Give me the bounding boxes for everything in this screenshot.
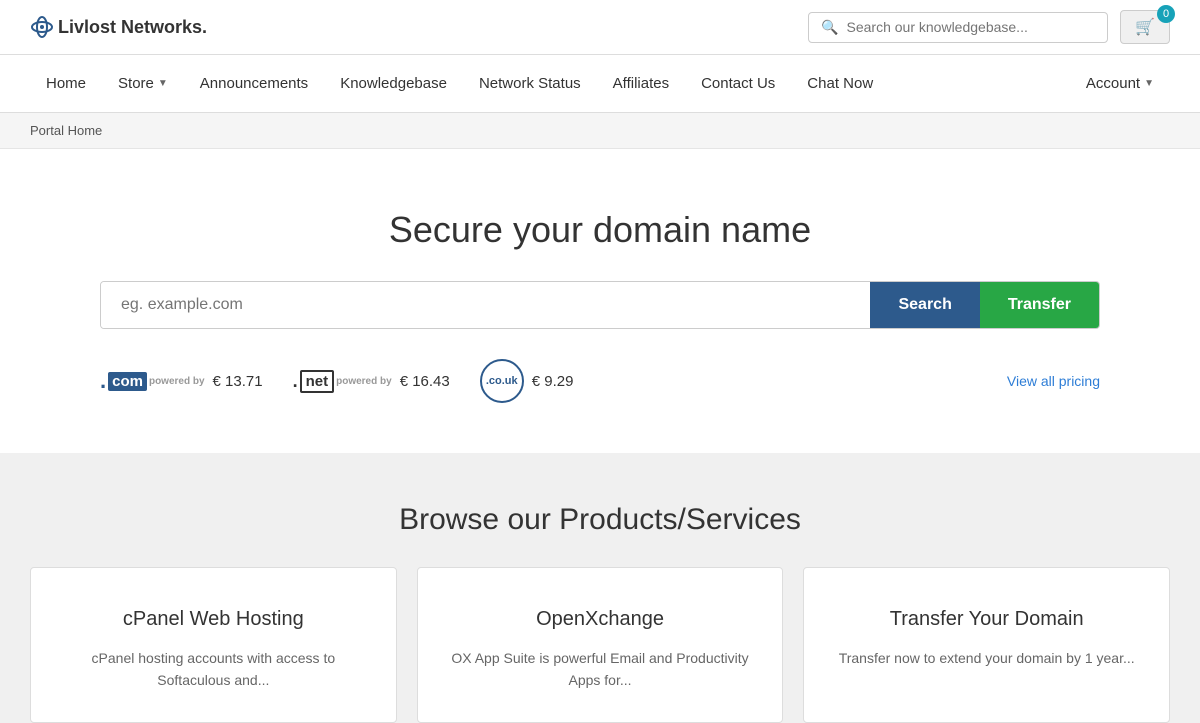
price-com: € 13.71	[213, 373, 263, 390]
nav-item-home[interactable]: Home	[30, 55, 102, 112]
product-card-transfer: Transfer Your Domain Transfer now to ext…	[803, 567, 1170, 723]
logo-text: Livlost Networks.	[58, 17, 207, 38]
cart-button[interactable]: 🛒 0	[1120, 10, 1170, 44]
pricing-item-com: .com powered by € 13.71	[100, 368, 263, 394]
chevron-down-icon-account: ▼	[1144, 78, 1154, 89]
price-couk: € 9.29	[532, 373, 574, 390]
com-text: com	[108, 372, 147, 391]
nav-label-account: Account	[1086, 75, 1140, 92]
pricing-item-net: .net powered by € 16.43	[293, 370, 450, 393]
chevron-down-icon: ▼	[158, 78, 168, 89]
nav-label-store: Store	[118, 75, 154, 92]
price-net: € 16.43	[400, 373, 450, 390]
product-title-cpanel: cPanel Web Hosting	[61, 608, 366, 631]
product-desc-cpanel: cPanel hosting accounts with access to S…	[61, 647, 366, 692]
cart-badge: 0	[1157, 5, 1175, 23]
products-title: Browse our Products/Services	[30, 503, 1170, 537]
tld-pricing-row: .com powered by € 13.71 .net powered by …	[100, 349, 1100, 413]
nav-label-network-status: Network Status	[479, 75, 581, 92]
main-nav: Home Store ▼ Announcements Knowledgebase…	[0, 55, 1200, 113]
domain-search-input[interactable]	[101, 282, 870, 328]
product-card-openxchange: OpenXchange OX App Suite is powerful Ema…	[417, 567, 784, 723]
net-dot: .	[293, 371, 298, 392]
tld-badge-com: .com powered by	[100, 368, 205, 394]
products-section: Browse our Products/Services cPanel Web …	[0, 453, 1200, 723]
nav-label-contact-us: Contact Us	[701, 75, 775, 92]
header: Livlost Networks. 🔍 🛒 0	[0, 0, 1200, 55]
nav-label-knowledgebase: Knowledgebase	[340, 75, 447, 92]
net-suffix: powered by	[336, 376, 392, 387]
nav-item-account[interactable]: Account ▼	[1070, 55, 1170, 112]
nav-item-knowledgebase[interactable]: Knowledgebase	[324, 55, 463, 112]
nav-item-contact-us[interactable]: Contact Us	[685, 55, 791, 112]
view-all-pricing-link[interactable]: View all pricing	[1007, 373, 1100, 389]
breadcrumb-label: Portal Home	[30, 123, 102, 138]
knowledgebase-search-input[interactable]	[847, 19, 1096, 35]
header-right: 🔍 🛒 0	[808, 10, 1170, 44]
breadcrumb: Portal Home	[0, 113, 1200, 149]
product-desc-transfer: Transfer now to extend your domain by 1 …	[834, 647, 1139, 669]
transfer-button[interactable]: Transfer	[980, 282, 1099, 328]
search-button[interactable]: Search	[870, 282, 979, 328]
pricing-item-couk: .co.uk € 9.29	[480, 359, 574, 403]
nav-item-affiliates[interactable]: Affiliates	[597, 55, 685, 112]
couk-circle: .co.uk	[480, 359, 524, 403]
com-suffix: powered by	[149, 376, 205, 387]
com-dot: .	[100, 368, 106, 394]
logo-icon	[30, 15, 54, 39]
nav-item-chat-now[interactable]: Chat Now	[791, 55, 889, 112]
nav-label-home: Home	[46, 75, 86, 92]
hero-title: Secure your domain name	[30, 209, 1170, 251]
tld-badge-couk: .co.uk	[480, 359, 524, 403]
search-icon: 🔍	[821, 19, 838, 36]
logo[interactable]: Livlost Networks.	[30, 15, 207, 39]
products-grid: cPanel Web Hosting cPanel hosting accoun…	[30, 567, 1170, 723]
nav-label-announcements: Announcements	[200, 75, 308, 92]
net-text: net	[300, 370, 335, 393]
tld-badge-net: .net powered by	[293, 370, 392, 393]
nav-item-store[interactable]: Store ▼	[102, 55, 184, 112]
domain-search-box: Search Transfer	[100, 281, 1100, 329]
product-title-transfer: Transfer Your Domain	[834, 608, 1139, 631]
product-desc-openxchange: OX App Suite is powerful Email and Produ…	[448, 647, 753, 692]
hero-section: Secure your domain name Search Transfer …	[0, 149, 1200, 453]
knowledgebase-search[interactable]: 🔍	[808, 12, 1108, 43]
nav-label-affiliates: Affiliates	[613, 75, 669, 92]
nav-item-network-status[interactable]: Network Status	[463, 55, 597, 112]
nav-item-announcements[interactable]: Announcements	[184, 55, 324, 112]
nav-label-chat-now: Chat Now	[807, 75, 873, 92]
product-title-openxchange: OpenXchange	[448, 608, 753, 631]
cart-icon: 🛒	[1135, 19, 1155, 36]
product-card-cpanel: cPanel Web Hosting cPanel hosting accoun…	[30, 567, 397, 723]
